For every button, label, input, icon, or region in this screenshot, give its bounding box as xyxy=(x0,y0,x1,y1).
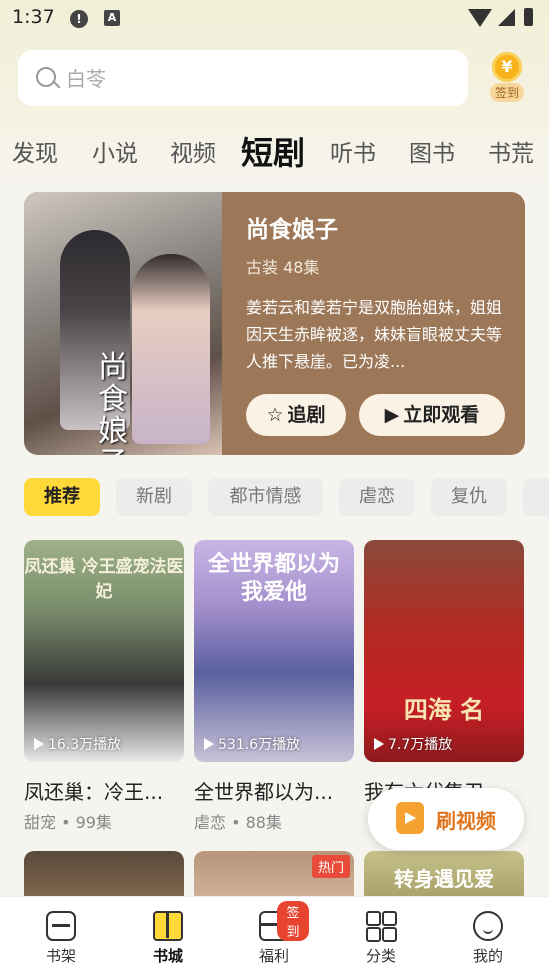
drama-tags: 虐恋 • 88集 xyxy=(194,813,282,832)
play-icon xyxy=(34,738,44,750)
hero-meta: 古装 48集 xyxy=(246,258,320,277)
nav-categories[interactable]: 分类 xyxy=(346,897,416,978)
checkin-button[interactable]: ¥ 签到 xyxy=(482,52,532,104)
search-icon xyxy=(36,67,56,87)
checkin-label: 签到 xyxy=(489,83,524,102)
drama-tags: 甜宠 • 99集 xyxy=(24,813,112,832)
search-input[interactable] xyxy=(64,62,448,96)
cover-title: 全世界都以为我爱他 xyxy=(207,551,340,605)
tab-short-drama[interactable]: 短剧 xyxy=(241,128,305,174)
drama-cover[interactable]: 凤还巢 冷王盛宠法医妃 16.3万播放 xyxy=(24,540,184,762)
grid-icon xyxy=(366,911,397,942)
chip-new[interactable]: 新剧 xyxy=(116,478,192,516)
video-icon xyxy=(396,802,424,834)
drama-card[interactable]: 凤还巢 冷王盛宠法医妃 16.3万播放 凤还巢：冷王... 甜宠 • 99集 xyxy=(24,540,184,833)
swipe-video-label: 刷视频 xyxy=(436,809,496,833)
follow-label: 追剧 xyxy=(287,404,326,426)
nav-label: 分类 xyxy=(365,947,396,965)
font-icon: A xyxy=(104,10,120,26)
bookshelf-icon xyxy=(46,911,76,941)
hot-badge: 热门 xyxy=(311,855,350,878)
tab-audiobook[interactable]: 听书 xyxy=(330,134,376,168)
play-icon xyxy=(204,738,214,750)
cover-title: 转身遇见爱 xyxy=(394,867,494,891)
star-icon: ☆ xyxy=(266,404,284,426)
chip-tragic-love[interactable]: 虐恋 xyxy=(339,478,415,516)
play-count: 531.6万播放 xyxy=(204,734,300,754)
signal-icon xyxy=(498,9,515,26)
drama-title: 凤还巢：冷王... xyxy=(24,780,164,804)
hero-info: 尚食娘子 古装 48集 姜若云和姜若宁是双胞胎姐妹，姐姐因天生赤眸被逐，妹妹盲眼… xyxy=(246,210,516,375)
drama-cover[interactable]: 全世界都以为我爱他 531.6万播放 xyxy=(194,540,354,762)
battery-icon xyxy=(524,8,533,26)
nav-profile[interactable]: 我的 xyxy=(453,897,523,978)
status-bar: 1:37 ! A xyxy=(0,0,549,38)
search-bar[interactable] xyxy=(18,50,468,106)
filter-chips: 推荐 新剧 都市情感 虐恋 复仇 xyxy=(24,478,549,518)
hero-poster[interactable]: 尚食娘子 xyxy=(24,192,222,455)
follow-button[interactable]: ☆ 追剧 xyxy=(246,394,346,436)
hero-banner[interactable]: 尚食娘子 尚食娘子 古装 48集 姜若云和姜若宁是双胞胎姐妹，姐姐因天生赤眸被逐… xyxy=(24,192,525,455)
play-count: 16.3万播放 xyxy=(34,734,121,754)
play-count-text: 16.3万播放 xyxy=(48,737,122,753)
hero-title: 尚食娘子 xyxy=(246,217,338,243)
alert-icon: ! xyxy=(70,10,88,28)
nav-bookstore[interactable]: 书城 xyxy=(133,897,203,978)
tab-short-drama-label: 短剧 xyxy=(241,134,306,172)
chip-urban-romance[interactable]: 都市情感 xyxy=(208,478,323,516)
poster-figure-woman xyxy=(132,254,210,444)
open-book-icon xyxy=(153,911,183,941)
bottom-nav: 书架 书城 签到 福利 分类 我的 xyxy=(0,896,549,978)
tab-discover[interactable]: 发现 xyxy=(12,134,58,168)
play-count: 7.7万播放 xyxy=(374,734,452,754)
checkin-badge: 签到 xyxy=(277,901,309,941)
chip-more[interactable] xyxy=(523,478,549,516)
nav-label: 书城 xyxy=(152,947,183,965)
tab-video[interactable]: 视频 xyxy=(170,134,216,168)
tab-book-shortage[interactable]: 书荒 xyxy=(488,134,534,168)
tab-novel[interactable]: 小说 xyxy=(92,134,138,168)
play-count-text: 7.7万播放 xyxy=(388,737,453,753)
cover-title: 凤还巢 冷王盛宠法医妃 xyxy=(24,557,184,602)
nav-label: 福利 xyxy=(258,947,289,965)
drama-cover[interactable]: 四海 名 7.7万播放 xyxy=(364,540,524,762)
poster-title-calligraphy: 尚食娘子 xyxy=(98,350,128,456)
swipe-video-button[interactable]: 刷视频 xyxy=(368,788,524,850)
coin-icon: ¥ xyxy=(492,52,522,82)
play-icon: ▶ xyxy=(384,404,400,426)
smiley-icon xyxy=(473,911,503,941)
play-count-text: 531.6万播放 xyxy=(218,737,301,753)
category-tabs: 发现 小说 视频 短剧 听书 图书 书荒 xyxy=(0,128,549,174)
nav-welfare[interactable]: 签到 福利 xyxy=(239,897,309,978)
nav-label: 书架 xyxy=(45,947,76,965)
chip-recommended[interactable]: 推荐 xyxy=(24,478,100,516)
chip-revenge[interactable]: 复仇 xyxy=(431,478,507,516)
tab-books[interactable]: 图书 xyxy=(409,134,455,168)
watch-now-label: 立即观看 xyxy=(403,404,480,426)
nav-bookshelf[interactable]: 书架 xyxy=(26,897,96,978)
wifi-icon xyxy=(468,9,492,27)
nav-label: 我的 xyxy=(472,947,503,965)
watch-now-button[interactable]: ▶ 立即观看 xyxy=(359,394,505,436)
hero-description: 姜若云和姜若宁是双胞胎姐妹，姐姐因天生赤眸被逐，妹妹盲眼被丈夫等人推下悬崖。已为… xyxy=(246,298,503,371)
drama-title: 全世界都以为... xyxy=(194,780,334,804)
status-time: 1:37 xyxy=(12,6,55,28)
drama-card[interactable]: 四海 名 7.7万播放 我有六代集卫... xyxy=(364,540,524,809)
play-icon xyxy=(374,738,384,750)
drama-card[interactable]: 全世界都以为我爱他 531.6万播放 全世界都以为... 虐恋 • 88集 xyxy=(194,540,354,833)
cover-title: 四海 名 xyxy=(403,695,485,724)
